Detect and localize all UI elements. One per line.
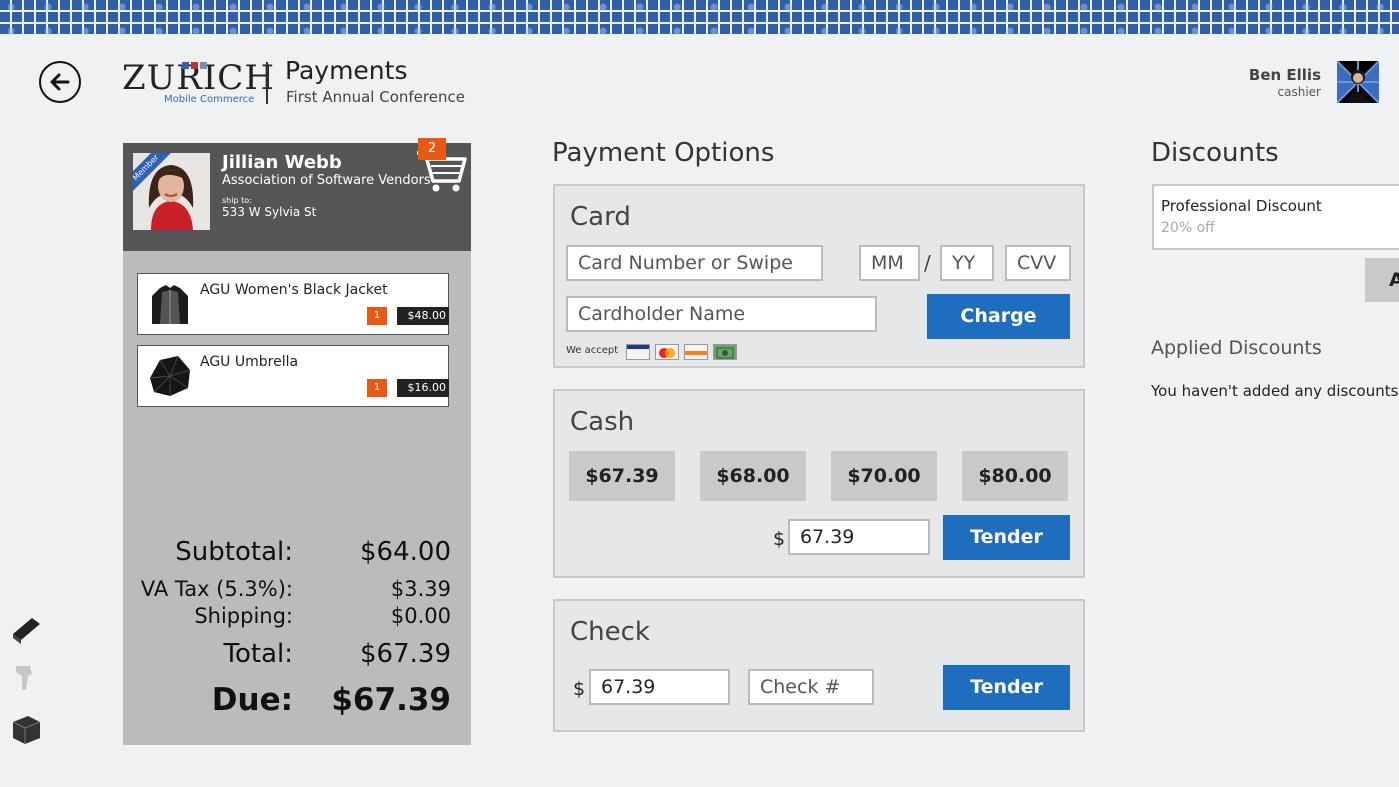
shipping-label: Shipping: (194, 604, 293, 628)
cash-icon (713, 344, 737, 360)
discount-name: Professional Discount (1161, 197, 1322, 215)
header-divider (266, 62, 268, 104)
charge-button[interactable]: Charge (927, 294, 1070, 339)
page-subtitle: First Annual Conference (286, 88, 465, 106)
we-accept-label: We accept (566, 345, 619, 356)
cash-amount-input[interactable]: 67.39 (788, 519, 930, 555)
due-value: $67.39 (331, 682, 451, 718)
shipping-row: Shipping: $0.00 (143, 604, 451, 628)
user-avatar[interactable] (1337, 61, 1379, 103)
item-name: AGU Umbrella (200, 354, 299, 370)
applied-discounts-title: Applied Discounts (1151, 337, 1322, 359)
check-title: Check (570, 617, 650, 647)
back-arrow-icon (50, 73, 70, 91)
total-label: Total: (223, 639, 293, 669)
cash-title: Cash (570, 407, 635, 437)
check-tender-button[interactable]: Tender (943, 665, 1070, 710)
customer-photo: Member (133, 153, 210, 230)
user-name: Ben Ellis (1248, 66, 1321, 84)
page-title: Payments (285, 56, 408, 85)
check-currency-symbol: $ (573, 678, 586, 700)
cart-panel: AGU Women's Black Jacket 1 $48.00 AGU Um… (123, 251, 471, 745)
cash-section: Cash $67.39 $68.00 $70.00 $80.00 $ 67.39… (553, 389, 1085, 578)
receipt-printer-icon[interactable] (10, 712, 42, 744)
check-section: Check $ 67.39 Check # Tender (553, 599, 1085, 732)
due-label: Due: (211, 682, 293, 718)
item-name: AGU Women's Black Jacket (200, 282, 388, 298)
user-role: cashier (1277, 85, 1321, 99)
total-value: $67.39 (360, 639, 451, 669)
subtotal-row: Subtotal: $64.00 (143, 537, 451, 567)
cvv-input[interactable]: CVV (1005, 245, 1071, 281)
tax-row: VA Tax (5.3%): $3.39 (141, 577, 451, 601)
cash-tender-button[interactable]: Tender (943, 515, 1070, 560)
jacket-image (152, 285, 188, 324)
cash-currency-symbol: $ (773, 528, 786, 550)
card-number-input[interactable]: Card Number or Swipe (566, 245, 823, 281)
expiry-separator: / (924, 251, 931, 275)
card-reader-icon[interactable] (10, 612, 42, 644)
logo-subtitle: Mobile Commerce (164, 94, 255, 105)
expiry-year-input[interactable]: YY (940, 245, 994, 281)
ship-to-address: 533 W Sylvia St (222, 205, 317, 219)
applied-discounts-empty-message: You haven't added any discounts yet. (1151, 382, 1399, 400)
item-quantity[interactable]: 1 (367, 307, 387, 325)
cardholder-name-input[interactable]: Cardholder Name (566, 296, 877, 332)
discount-percent: 20% off (1161, 220, 1215, 236)
logo-wordmark: ZURICH (122, 58, 275, 98)
header-mosaic-banner (0, 0, 1399, 36)
customer-header: Member Jillian Webb Association of Softw… (123, 138, 471, 251)
cash-quick-amount-button[interactable]: $67.39 (569, 451, 675, 501)
check-number-input[interactable]: Check # (748, 669, 874, 705)
mastercard-icon (655, 344, 679, 360)
tax-label: VA Tax (5.3%): (140, 577, 293, 601)
customer-organization: Association of Software Vendors (222, 173, 431, 188)
add-discount-button[interactable]: A (1365, 258, 1399, 302)
barcode-scanner-icon[interactable] (10, 662, 42, 694)
cash-quick-amount-button[interactable]: $70.00 (831, 451, 937, 501)
subtotal-label: Subtotal: (175, 537, 293, 567)
zurich-logo: ZURICH Mobile Commerce (122, 58, 274, 110)
discover-icon (684, 344, 708, 360)
card-section: Card Card Number or Swipe MM / YY CVV Ca… (553, 184, 1085, 368)
subtotal-value: $64.00 (360, 537, 451, 567)
shipping-value: $0.00 (390, 604, 451, 628)
tax-value: $3.39 (390, 577, 451, 601)
cash-quick-amount-button[interactable]: $80.00 (962, 451, 1068, 501)
due-row: Due: $67.39 (143, 682, 451, 718)
discounts-title: Discounts (1151, 138, 1279, 168)
cart-item[interactable]: AGU Umbrella 1 $16.00 (137, 345, 449, 407)
card-title: Card (570, 202, 631, 232)
back-button[interactable] (39, 61, 81, 103)
cash-quick-amount-button[interactable]: $68.00 (700, 451, 806, 501)
total-row: Total: $67.39 (143, 639, 451, 669)
umbrella-image (149, 355, 191, 396)
cart-item[interactable]: AGU Women's Black Jacket 1 $48.00 (137, 273, 449, 335)
cart-count-badge: 2 (418, 138, 446, 160)
item-quantity[interactable]: 1 (367, 379, 387, 397)
discount-option[interactable]: Professional Discount 20% off (1152, 184, 1399, 250)
visa-icon (626, 344, 650, 360)
item-price: $16.00 (397, 379, 449, 397)
payment-options-title: Payment Options (552, 138, 775, 168)
customer-name: Jillian Webb (222, 152, 342, 173)
item-price: $48.00 (397, 307, 449, 325)
ship-to-label: ship to: (222, 196, 252, 205)
check-amount-input[interactable]: 67.39 (589, 669, 730, 705)
expiry-month-input[interactable]: MM (859, 245, 920, 281)
